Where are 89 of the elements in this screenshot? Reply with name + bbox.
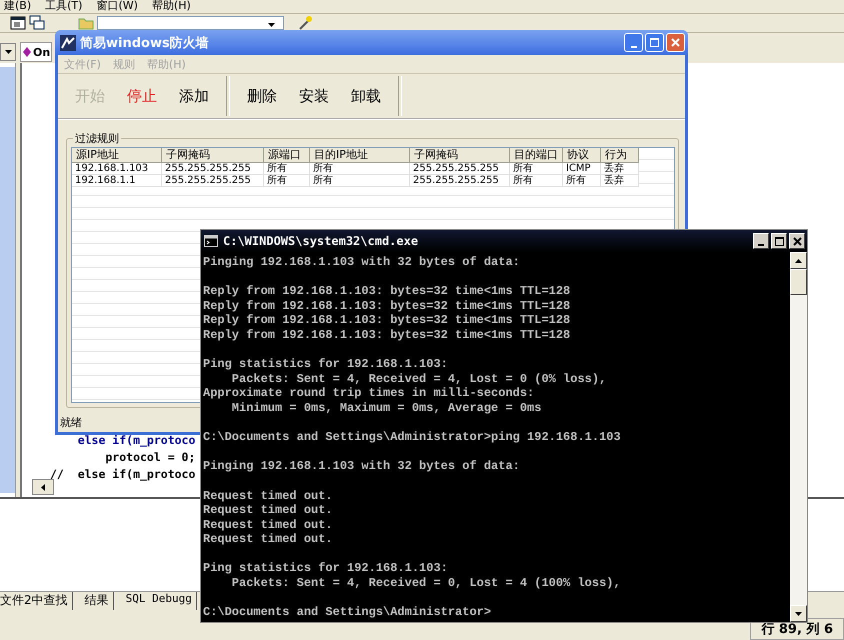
console-line: Approximate round trip times in milli-seconds: [203,386,536,401]
toolbar-button[interactable]: 卸载 [340,76,392,116]
table-cell: 丢弃 [601,175,639,187]
column-header[interactable]: 协议 [563,148,601,163]
console-line: Request timed out. [203,488,334,504]
code-line: // else if(m_protoco [50,466,196,483]
table-cell: 所有 [264,163,310,175]
close-icon [792,236,802,246]
diamond-icon [23,47,31,57]
window-title: C:\WINDOWS\system32\cmd.exe [223,234,420,248]
table-cell: 丢弃 [601,163,639,175]
table-cell: ICMP [563,163,601,175]
console-line: Request timed out. [203,503,334,518]
scrollbar-thumb[interactable] [790,269,807,295]
windows-icon[interactable] [29,15,45,31]
minimize-button[interactable] [753,233,769,249]
table-cell: 所有 [563,175,601,187]
toolbar-button[interactable]: 安装 [288,76,340,116]
toolbar-button[interactable]: 删除 [236,76,288,116]
wand-icon[interactable] [297,15,313,31]
table-cell: 所有 [510,163,563,175]
toolbar-button[interactable]: 停止 [116,76,168,116]
output-tab[interactable]: 结果 [84,592,114,610]
table-cell: 255.255.255.255 [410,163,510,175]
code-line: else if(m_protoco [76,432,196,449]
menu-item[interactable]: 窗口(W) [96,0,138,13]
status-text: 就绪 [60,415,82,430]
output-tab[interactable]: 文件2中查找 [0,592,73,610]
scroll-up-button[interactable] [790,252,807,269]
console-line: Reply from 192.168.1.103: bytes=32 time<1ms TTL=128 [203,284,572,299]
minimize-icon [758,244,764,246]
tab-label[interactable]: On [33,46,50,58]
window-title: 简易windows防火墙 [80,34,210,52]
maximize-icon [774,236,784,246]
table-cell: 192.168.1.103 [72,163,162,175]
console-icon [204,235,218,247]
up-arrow-icon [795,258,802,262]
column-header[interactable]: 子网掩码 [410,148,510,163]
column-header[interactable]: 行为 [601,148,639,163]
console-line: Ping statistics for 192.168.1.103: [203,561,449,576]
column-header[interactable]: 目的端口 [510,148,563,163]
code-line: protocol = 0; [104,449,196,466]
scroll-down-button[interactable] [790,605,807,622]
table-cell: 所有 [264,175,310,187]
console-line: Minimum = 0ms, Maximum = 0ms, Average = 0ms [230,400,542,416]
console-line: Reply from 192.168.1.103: bytes=32 time<1ms TTL=128 [203,328,572,343]
console-line: Pinging 192.168.1.103 with 32 bytes of data: [203,255,521,270]
horizontal-scrollbar[interactable] [32,479,54,495]
console-line: Packets: Sent = 4, Received = 4, Lost = 0 (0% loss), [230,372,608,386]
table-cell: 255.255.255.255 [162,175,264,187]
table-cell: 192.168.1.1 [72,175,162,187]
column-header[interactable]: 源端口 [264,148,310,163]
console-line: Pinging 192.168.1.103 with 32 bytes of data: [203,459,521,474]
menu-item[interactable]: 帮助(H) [152,0,191,13]
menu-item[interactable]: 建(B) [4,0,32,13]
menu-item[interactable]: 工具(T) [45,0,82,13]
class-tab[interactable]: On [20,42,52,62]
console-line: C:\Documents and Settings\Administrator>ping 192.168.1.103 [203,430,622,445]
console-line: Ping statistics for 192.168.1.103: [203,357,449,372]
console-line: Request timed out. [203,518,334,532]
console-line: Reply from 192.168.1.103: bytes=32 time<1ms TTL=128 [203,298,572,314]
column-header[interactable]: 目的IP地址 [310,148,410,163]
table-cell: 所有 [310,163,410,175]
close-button[interactable] [789,233,805,249]
down-arrow-icon [795,612,802,616]
console-line: C:\Documents and Settings\Administrator> [203,605,492,620]
table-cell: 所有 [310,175,410,187]
console-line: Reply from 192.168.1.103: bytes=32 time<1ms TTL=128 [203,313,572,328]
group-title: 过滤规则 [73,131,121,146]
maximize-icon [650,38,659,47]
firewall-app-icon [60,34,76,50]
table-cell: 255.255.255.255 [410,175,510,187]
console-line: Request timed out. [203,532,334,547]
column-header[interactable]: 源IP地址 [72,148,162,163]
column-header[interactable]: 子网掩码 [162,148,264,163]
console-line: Packets: Sent = 4, Received = 0, Lost = 4 (100% loss), [230,576,622,591]
minimize-icon [630,46,636,48]
combo-field[interactable] [97,16,284,30]
table-cell: 所有 [510,175,563,187]
window-icon[interactable] [10,15,26,31]
dropdown-button[interactable] [0,43,16,61]
close-icon [671,38,680,47]
toolbar-button[interactable]: 添加 [168,76,220,116]
output-tab[interactable]: SQL Debugg [126,592,197,610]
table-cell: 255.255.255.255 [162,163,264,175]
caret-icon [4,50,12,54]
maximize-button[interactable] [771,233,787,249]
dropdown-arrow-icon[interactable] [268,23,275,27]
scroll-left-icon [41,484,45,490]
